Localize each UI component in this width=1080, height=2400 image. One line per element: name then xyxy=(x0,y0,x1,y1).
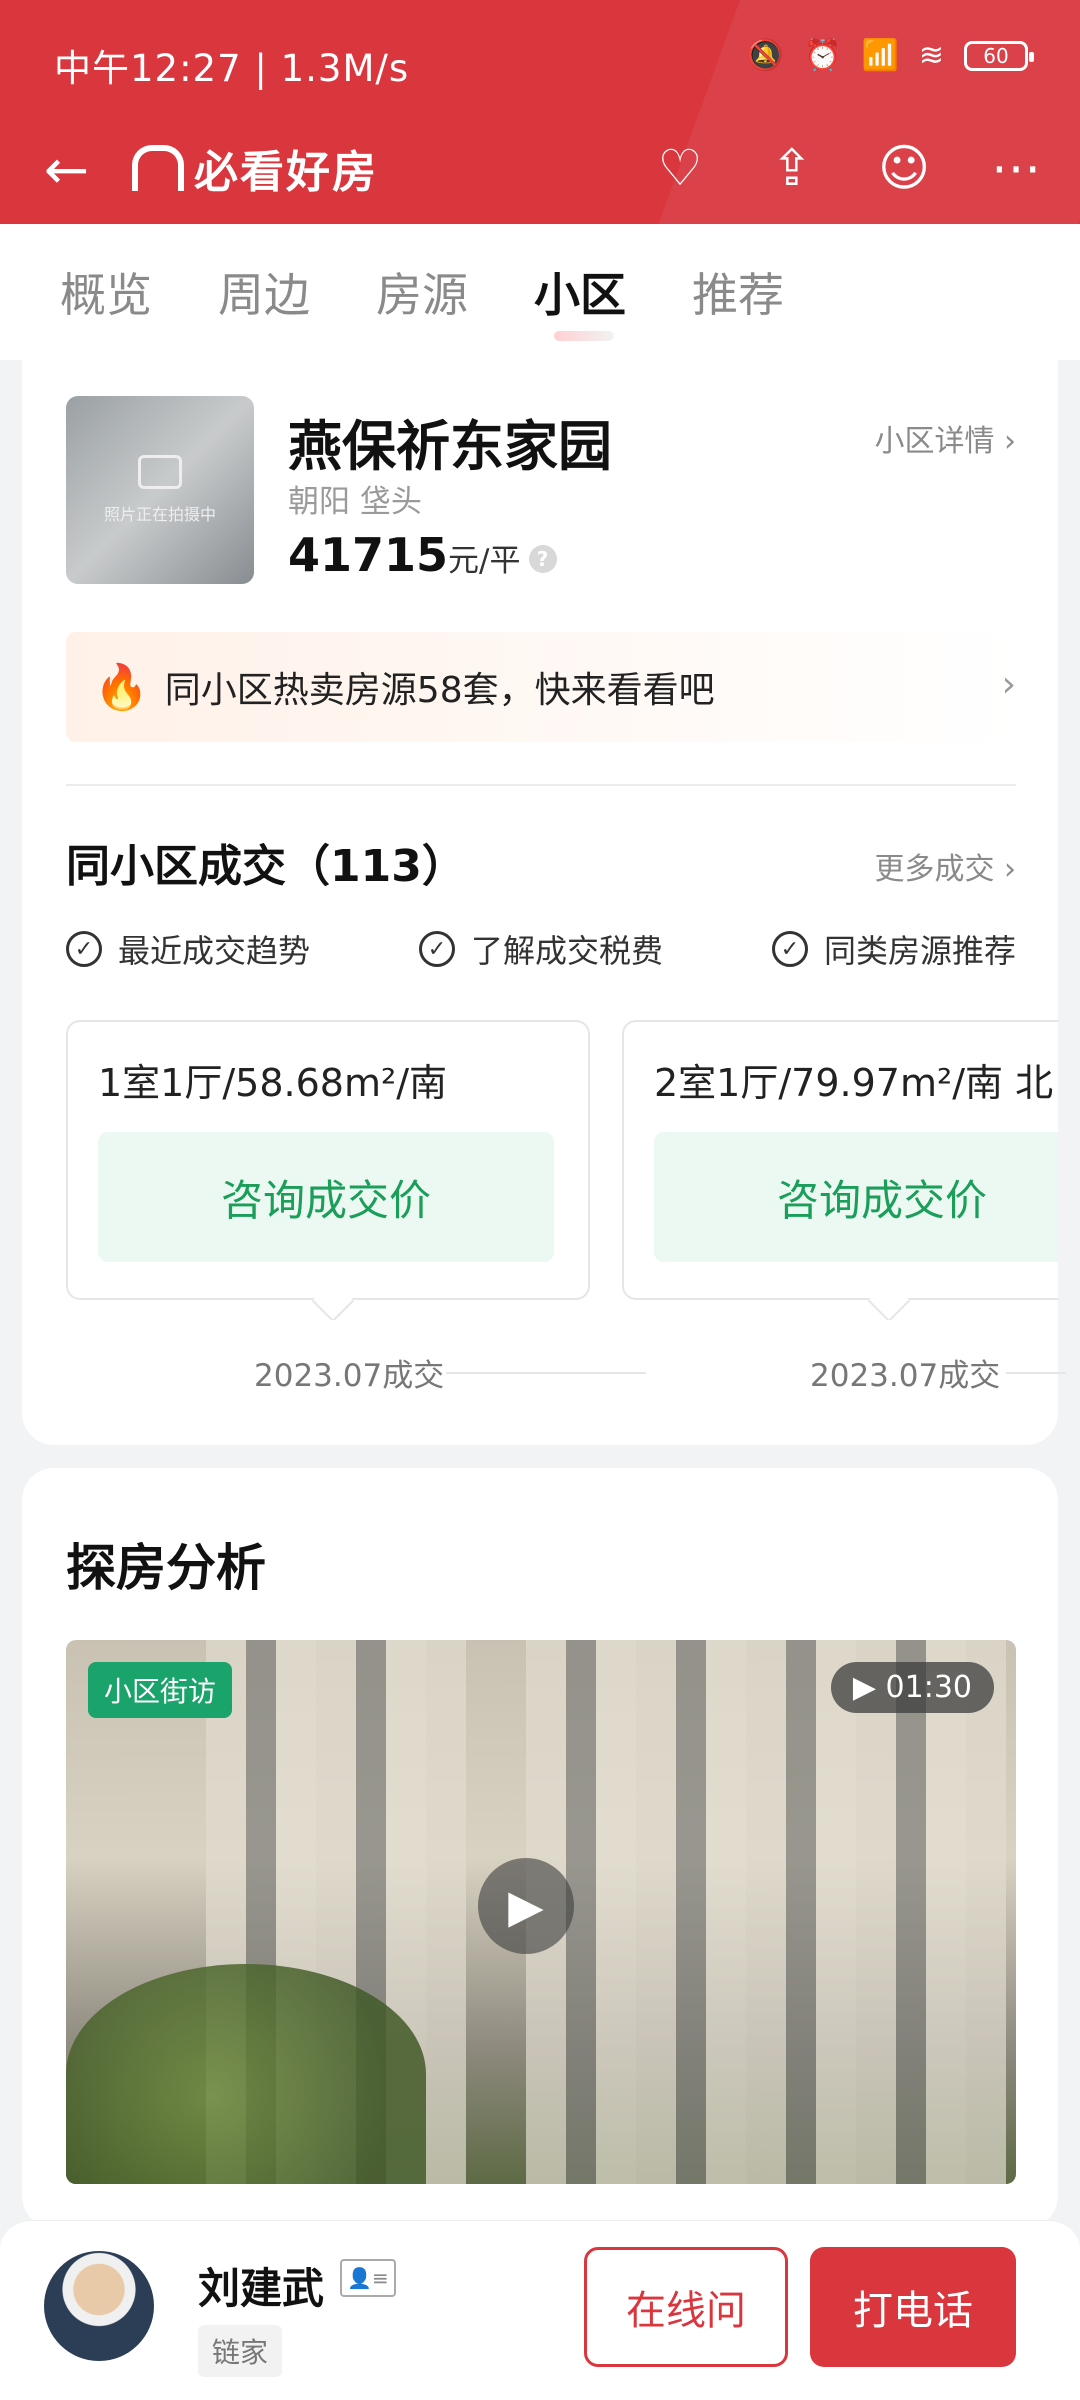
divider xyxy=(66,784,1016,786)
feature-tax[interactable]: ✓ 了解成交税费 xyxy=(418,926,663,972)
chevron-right-icon: › xyxy=(1001,664,1016,705)
alarm-icon: ⏰ xyxy=(804,38,842,73)
back-arrow-icon[interactable]: ← xyxy=(44,138,89,201)
more-deals-link[interactable]: 更多成交 › xyxy=(874,844,1016,888)
ask-price-button[interactable]: 咨询成交价 xyxy=(654,1132,1058,1262)
app-logo: 必看好房 xyxy=(132,136,378,200)
community-price: 41715元/平? xyxy=(288,528,557,582)
deal-card[interactable]: 2室1厅/79.97m²/南 北 咨询成交价 xyxy=(622,1020,1058,1320)
business-card-icon[interactable]: 👤≡ xyxy=(340,2259,396,2297)
tab-listings[interactable]: 房源 xyxy=(376,259,468,325)
logo-text: 必看好房 xyxy=(194,147,378,198)
tab-community[interactable]: 小区 xyxy=(534,259,626,341)
call-button[interactable]: 打电话 xyxy=(810,2247,1016,2367)
video-duration: ▶ 01:30 xyxy=(830,1662,994,1713)
community-detail-label: 小区详情 xyxy=(874,424,995,459)
check-circle-icon: ✓ xyxy=(66,931,102,967)
camera-icon xyxy=(138,455,182,489)
building-image xyxy=(526,1640,1006,2184)
agent-company: 链家 xyxy=(198,2325,283,2377)
signal-icon: 📶 xyxy=(861,38,899,73)
ask-price-button[interactable]: 咨询成交价 xyxy=(98,1132,554,1262)
photo-caption: 照片正在拍摄中 xyxy=(103,505,216,524)
deal-title: 1室1厅/58.68m²/南 xyxy=(98,1061,447,1105)
feature-label: 了解成交税费 xyxy=(470,932,663,970)
agent-bar: 刘建武 👤≡ 链家 在线问 打电话 xyxy=(0,2220,1080,2400)
community-name: 燕保祈东家园 xyxy=(288,415,612,478)
status-icons: 🔕 ⏰ 📶 ≋ 60 xyxy=(746,38,1034,73)
duration-text: 01:30 xyxy=(885,1670,972,1705)
check-circle-icon: ✓ xyxy=(418,931,455,967)
battery-icon: 60 xyxy=(964,40,1034,71)
deal-date: 2023.07成交 xyxy=(810,1358,1001,1394)
card-pointer xyxy=(311,1279,355,1320)
deal-timeline: 2023.07成交 2023.07成交 xyxy=(66,1350,1066,1394)
deal-carousel[interactable]: 1室1厅/58.68m²/南 咨询成交价 2室1厅/79.97m²/南 北 咨询… xyxy=(66,1020,1058,1320)
online-chat-button[interactable]: 在线问 xyxy=(584,2247,788,2367)
fire-icon: 🔥 xyxy=(94,662,149,713)
community-detail-link[interactable]: 小区详情 › xyxy=(874,416,1016,460)
deal-card[interactable]: 1室1厅/58.68m²/南 咨询成交价 xyxy=(66,1020,590,1320)
tab-overview[interactable]: 概览 xyxy=(60,259,152,325)
section-tabs: 概览 周边 房源 小区 推荐 xyxy=(0,224,1080,360)
card-pointer xyxy=(867,1279,911,1320)
check-circle-icon: ✓ xyxy=(771,931,808,967)
more-deals-label: 更多成交 xyxy=(874,852,995,887)
heart-icon[interactable]: ♡ xyxy=(644,132,716,204)
hot-listings-text: 同小区热卖房源58套，快来看看吧 xyxy=(164,670,715,711)
status-time: 中午12:27 | 1.3M/s xyxy=(54,47,410,90)
timeline-line xyxy=(1006,1372,1066,1374)
status-bar: 中午12:27 | 1.3M/s 🔕 ⏰ 📶 ≋ 60 xyxy=(0,0,1080,130)
analysis-title: 探房分析 xyxy=(66,1539,266,1597)
logo-house-icon xyxy=(132,145,184,191)
more-icon[interactable]: ⋯ xyxy=(980,132,1052,204)
play-small-icon: ▶ xyxy=(852,1670,876,1705)
navigation-row: ← 必看好房 ♡ ⇪ ☺ ⋯ xyxy=(0,120,1080,220)
play-icon[interactable]: ▶ xyxy=(478,1858,574,1954)
feature-trend[interactable]: ✓ 最近成交趋势 xyxy=(66,926,310,972)
mute-icon: 🔕 xyxy=(746,38,785,73)
timeline-line xyxy=(446,1372,646,1374)
community-card: 照片正在拍摄中 燕保祈东家园 小区详情 › 朝阳 垡头 41715元/平? 🔥 … xyxy=(22,360,1066,1445)
feature-label: 最近成交趋势 xyxy=(118,932,311,970)
top-bar: 中午12:27 | 1.3M/s 🔕 ⏰ 📶 ≋ 60 ← 必看好房 ♡ ⇪ ☺… xyxy=(0,0,1080,224)
price-unit: 元/平 xyxy=(448,543,521,579)
deal-title: 2室1厅/79.97m²/南 北 xyxy=(654,1061,1054,1105)
tab-surroundings[interactable]: 周边 xyxy=(218,259,310,325)
analysis-card: 探房分析 小区街访 ▶ 01:30 ▶ xyxy=(22,1468,1058,2228)
feature-similar[interactable]: ✓ 同类房源推荐 xyxy=(771,926,1016,972)
deals-title: 同小区成交（113） xyxy=(66,841,466,892)
feature-label: 同类房源推荐 xyxy=(823,932,1016,970)
deal-date: 2023.07成交 xyxy=(254,1358,445,1394)
avatar[interactable] xyxy=(44,2251,154,2361)
chevron-right-icon: › xyxy=(1004,424,1016,459)
message-icon[interactable]: ☺ xyxy=(868,132,940,204)
header-actions: ♡ ⇪ ☺ ⋯ xyxy=(644,132,1052,204)
video-tag: 小区街访 xyxy=(88,1662,233,1718)
video-player[interactable]: 小区街访 ▶ 01:30 ▶ xyxy=(66,1640,1016,2184)
community-area: 朝阳 垡头 xyxy=(288,484,422,520)
community-photo[interactable]: 照片正在拍摄中 xyxy=(66,396,254,584)
help-icon[interactable]: ? xyxy=(528,544,557,573)
tab-recommend[interactable]: 推荐 xyxy=(692,259,784,325)
share-icon[interactable]: ⇪ xyxy=(756,132,828,204)
agent-name[interactable]: 刘建武 xyxy=(198,2255,324,2316)
hot-listings-banner[interactable]: 🔥 同小区热卖房源58套，快来看看吧 › xyxy=(66,632,1016,742)
price-value: 41715 xyxy=(288,528,449,582)
wifi-icon: ≋ xyxy=(918,38,944,73)
deal-features: ✓ 最近成交趋势 ✓ 了解成交税费 ✓ 同类房源推荐 xyxy=(66,926,1016,972)
chevron-right-icon: › xyxy=(1004,852,1016,887)
tree-image xyxy=(66,1964,426,2184)
